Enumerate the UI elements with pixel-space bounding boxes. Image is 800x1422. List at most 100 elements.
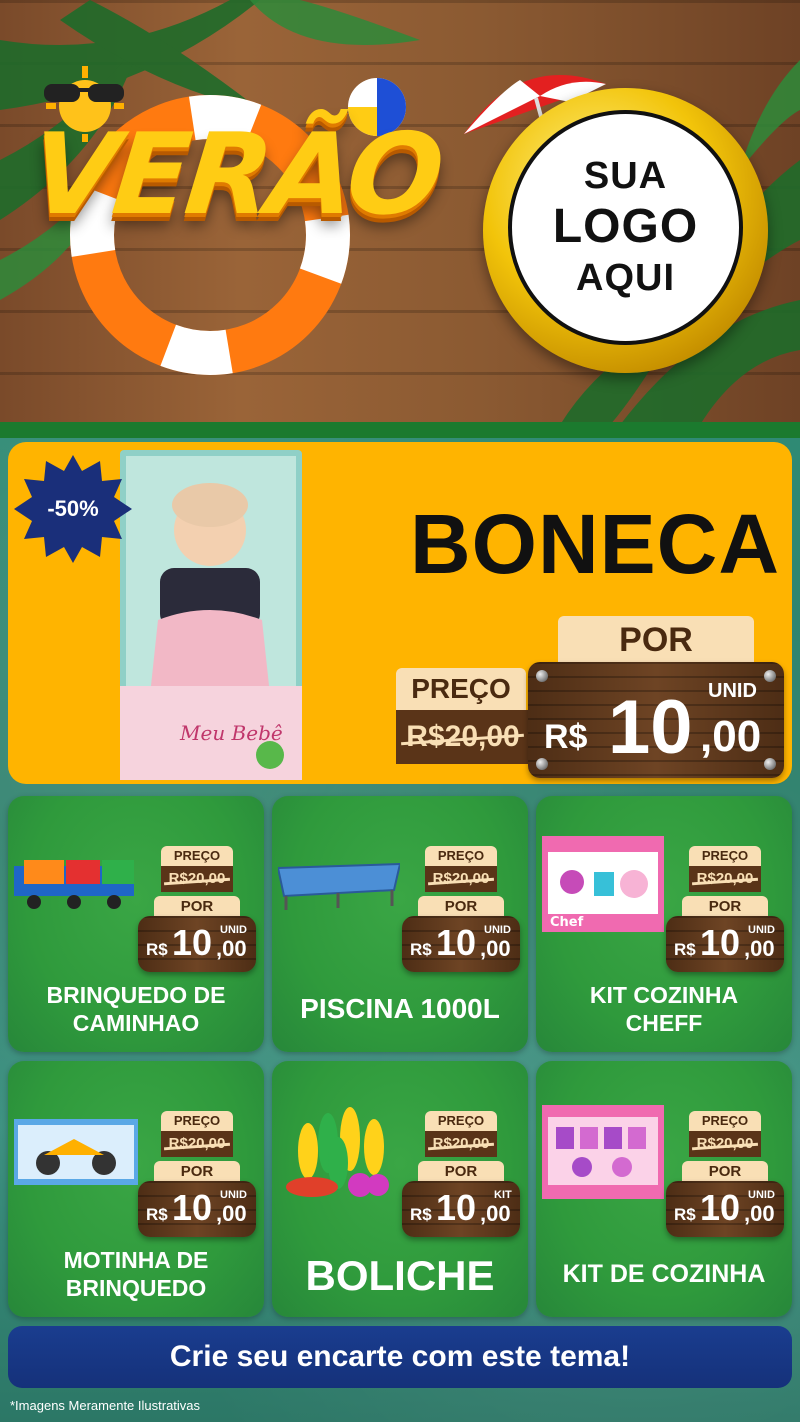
card-preco-label: PREÇO [689,846,761,866]
card-product-name: BOLICHE [272,1251,528,1301]
card-currency: R$ [146,940,168,959]
hero-price-decimal: ,00 [700,712,762,761]
card-por-label: POR [418,1161,504,1183]
card-name-line: BOLICHE [305,1252,495,1299]
card-currency: R$ [410,940,432,959]
hero-por-label: POR [558,616,754,664]
hero-old-price: R$20,00 [396,710,530,764]
card-price-integer: 10 [700,1187,741,1228]
card-old-price: R$20,00 [689,866,761,892]
card-old-price: R$20,00 [161,866,233,892]
card-name-line: BRINQUEDO DE [46,982,226,1008]
card-por-label: POR [682,1161,768,1183]
card-preco-label: PREÇO [425,1111,497,1131]
pool-image [278,862,400,910]
card-old-price: R$20,00 [689,1131,761,1157]
card-unit: UNID [748,1189,775,1201]
card-product-name: MOTINHA DE BRINQUEDO [8,1247,264,1302]
disclaimer-text: *Imagens Meramente Ilustrativas [10,1398,201,1413]
card-product-name: KIT DE COZINHA [536,1259,792,1289]
card-price-integer: 10 [436,1187,477,1228]
card-name-line: CAMINHAO [72,1009,200,1036]
svg-text:Chef: Chef [550,915,584,930]
card-price-decimal: ,00 [216,936,247,961]
logo-line-2: LOGO [552,200,699,254]
card-currency: R$ [410,1205,432,1224]
header-divider [0,422,800,438]
discount-label: -50% [47,496,99,521]
summer-header: VERÃO SUA LOGO AQUI [0,0,800,425]
card-unit: UNID [484,924,511,936]
hero-preco-label: PREÇO [396,668,526,710]
card-price-decimal: ,00 [744,936,775,961]
card-price-decimal: ,00 [744,1201,775,1226]
card-unit: KIT [494,1189,512,1201]
hero-unit: UNID [708,680,757,702]
card-price-decimal: ,00 [480,936,511,961]
hero-price-integer: 10 [608,685,693,770]
card-name-line: BRINQUEDO [65,1274,207,1301]
card-new-price: UNID R$ 10 ,00 [666,1181,784,1237]
bowling-set-image [286,1107,389,1197]
card-product-name: BRINQUEDO DE CAMINHAO [8,982,264,1037]
product-card[interactable]: Chef PREÇO R$20,00 POR UNID R$ 10 ,00 KI… [536,796,792,1052]
product-card[interactable]: PREÇO R$20,00 POR UNID R$ 10 ,00 MOTINHA… [8,1061,264,1317]
card-old-price: R$20,00 [425,1131,497,1157]
card-por-label: POR [154,896,240,918]
card-new-price: KIT R$ 10 ,00 [402,1181,520,1237]
card-unit: UNID [220,1189,247,1201]
card-price-decimal: ,00 [216,1201,247,1226]
card-name-line: PISCINA 1000L [300,993,500,1024]
card-product-name: KIT COZINHA CHEFF [536,982,792,1037]
card-new-price: UNID R$ 10 ,00 [138,916,256,972]
card-preco-label: PREÇO [161,846,233,866]
bolt-icon [764,670,776,682]
card-unit: UNID [220,924,247,936]
card-por-label: POR [154,1161,240,1183]
product-card[interactable]: PREÇO R$20,00 POR UNID R$ 10 ,00 BRINQUE… [8,796,264,1052]
hero-currency: R$ [544,718,588,756]
bolt-icon [536,758,548,770]
card-name-line: KIT COZINHA [589,982,739,1008]
card-price-decimal: ,00 [480,1201,511,1226]
toy-motorbike-image [14,1119,138,1185]
card-product-name: PISCINA 1000L [272,992,528,1026]
card-preco-label: PREÇO [161,1111,233,1131]
card-por-label: POR [418,896,504,918]
hero-new-price: UNID R$ 10 ,00 [528,662,784,778]
logo-placeholder: SUA LOGO AQUI [508,110,743,345]
create-flyer-banner[interactable]: Crie seu encarte com este tema! [8,1326,792,1388]
card-price-integer: 10 [172,922,213,963]
card-por-label: POR [682,896,768,918]
card-name-line: MOTINHA DE [63,1247,209,1273]
product-card[interactable]: PREÇO R$20,00 POR KIT R$ 10 ,00 BOLICHE [272,1061,528,1317]
summer-title: VERÃO [24,110,446,240]
card-preco-label: PREÇO [689,1111,761,1131]
doll-box-image: Meu Bebê [120,450,302,780]
card-price-integer: 10 [700,922,741,963]
product-card[interactable]: PREÇO R$20,00 POR UNID R$ 10 ,00 PISCINA… [272,796,528,1052]
card-currency: R$ [146,1205,168,1224]
card-currency: R$ [674,1205,696,1224]
card-currency: R$ [674,940,696,959]
bolt-icon [536,670,548,682]
card-price-integer: 10 [172,1187,213,1228]
card-new-price: UNID R$ 10 ,00 [138,1181,256,1237]
product-card[interactable]: PREÇO R$20,00 POR UNID R$ 10 ,00 KIT DE … [536,1061,792,1317]
bolt-icon [764,758,776,770]
card-new-price: UNID R$ 10 ,00 [402,916,520,972]
kitchen-kit-image [542,1105,664,1199]
kitchen-kit-image: Chef [542,836,664,932]
toy-trucks-image [14,860,134,909]
card-old-price: R$20,00 [425,866,497,892]
logo-line-1: SUA [583,155,668,198]
card-preco-label: PREÇO [425,846,497,866]
card-name-line: KIT DE COZINHA [562,1260,766,1288]
card-unit: UNID [748,924,775,936]
card-price-integer: 10 [436,922,477,963]
card-old-price: R$20,00 [161,1131,233,1157]
logo-line-3: AQUI [576,256,675,299]
hero-product-name: BONECA [409,497,780,591]
card-name-line: CHEFF [625,1009,703,1036]
card-new-price: UNID R$ 10 ,00 [666,916,784,972]
